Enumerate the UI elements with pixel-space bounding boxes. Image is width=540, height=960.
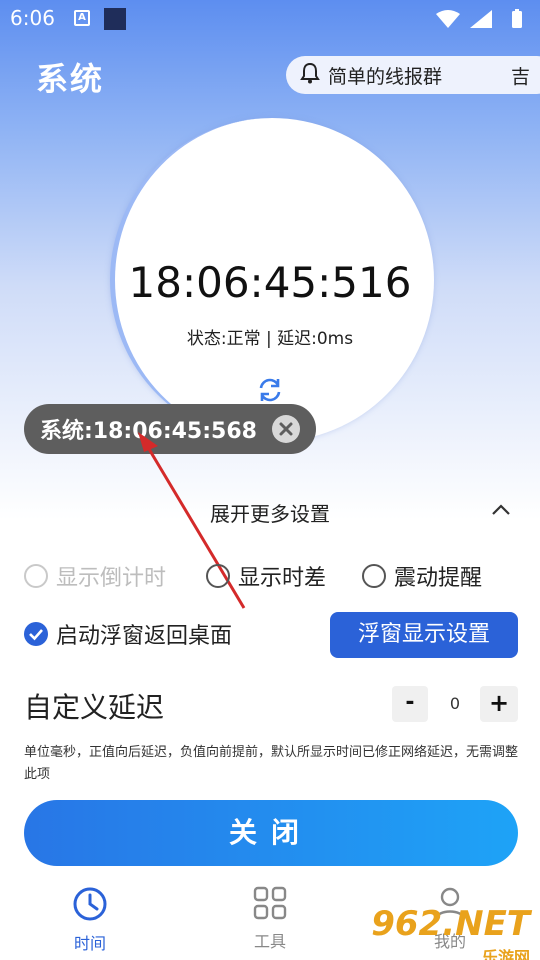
delay-value[interactable]: 0 xyxy=(434,686,476,722)
watermark-logo: 962.NET 乐游网 xyxy=(371,904,530,960)
option-label: 显示倒计时 xyxy=(56,566,167,591)
close-button[interactable]: 关闭 xyxy=(24,800,518,866)
radio-icon xyxy=(206,564,230,588)
grid-icon xyxy=(253,886,287,924)
nav-item-tools[interactable]: 工具 xyxy=(210,886,330,952)
checkmark-icon[interactable] xyxy=(24,622,48,646)
watermark-main: 962.NET xyxy=(371,904,530,944)
option-countdown[interactable]: 显示倒计时 xyxy=(24,560,166,592)
chevron-up-icon[interactable] xyxy=(490,502,512,521)
expand-settings-row[interactable]: 展开更多设置 xyxy=(0,496,540,528)
float-display-settings-button[interactable]: 浮窗显示设置 xyxy=(330,612,518,658)
expand-settings-label: 展开更多设置 xyxy=(210,502,330,526)
radio-icon xyxy=(24,564,48,588)
delay-description: 单位毫秒，正值向后延迟，负值向前提前，默认所显示时间已修正网络延迟，无需调整此项 xyxy=(24,745,519,782)
nav-label: 时间 xyxy=(73,934,106,953)
options-row: 显示倒计时 显示时差 震动提醒 xyxy=(0,560,540,594)
nav-item-time[interactable]: 时间 xyxy=(30,886,150,954)
option-label: 显示时差 xyxy=(238,566,327,591)
option-label: 震动提醒 xyxy=(394,566,483,591)
float-return-label: 启动浮窗返回桌面 xyxy=(56,624,233,649)
delay-decrement-button[interactable]: - xyxy=(392,686,428,722)
option-time-diff[interactable]: 显示时差 xyxy=(206,560,326,592)
float-return-checkbox-row[interactable]: 启动浮窗返回桌面 xyxy=(24,618,232,650)
clock-icon xyxy=(72,887,108,926)
watermark-sub: 乐游网 xyxy=(481,948,530,960)
custom-delay-label: 自定义延迟 xyxy=(24,691,165,724)
nav-label: 工具 xyxy=(253,932,286,951)
option-vibration[interactable]: 震动提醒 xyxy=(362,560,482,592)
radio-icon xyxy=(362,564,386,588)
delay-increment-button[interactable]: + xyxy=(480,686,518,722)
